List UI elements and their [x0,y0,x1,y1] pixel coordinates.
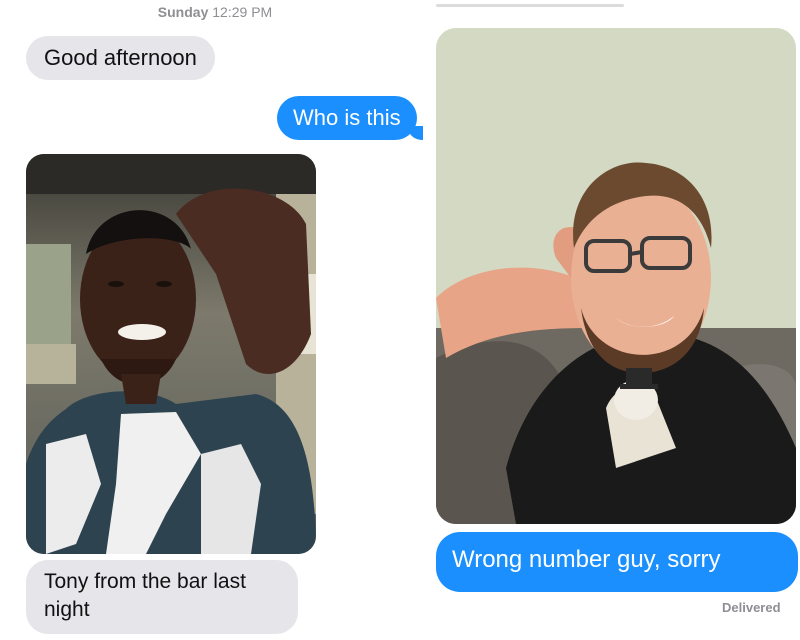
delivery-status: Delivered [722,600,781,615]
incoming-message-bubble[interactable]: Tony from the bar last night [26,560,298,634]
message-text: Wrong number guy, sorry [452,546,721,573]
selfie-photo-man-in-car-icon [26,154,316,554]
message-text: Tony from the bar last night [44,570,246,621]
selfie-photo-attachment[interactable] [436,28,796,524]
left-conversation: Sunday 12:29 PM Good afternoon Who is th… [0,0,430,640]
outgoing-message-bubble[interactable]: Wrong number guy, sorry [436,532,798,592]
message-timestamp: Sunday 12:29 PM [0,4,430,20]
outgoing-message-bubble[interactable]: Who is this [277,96,423,140]
selfie-photo-attachment[interactable] [26,154,316,554]
message-text: Good afternoon [44,45,197,70]
message-text: Who is this [293,105,401,130]
timestamp-time: 12:29 PM [212,4,273,20]
incoming-message-bubble[interactable]: Good afternoon [26,36,215,80]
timestamp-day: Sunday [157,4,209,20]
status-bar-divider [436,4,624,7]
selfie-photo-man-with-glasses-icon [436,28,796,524]
